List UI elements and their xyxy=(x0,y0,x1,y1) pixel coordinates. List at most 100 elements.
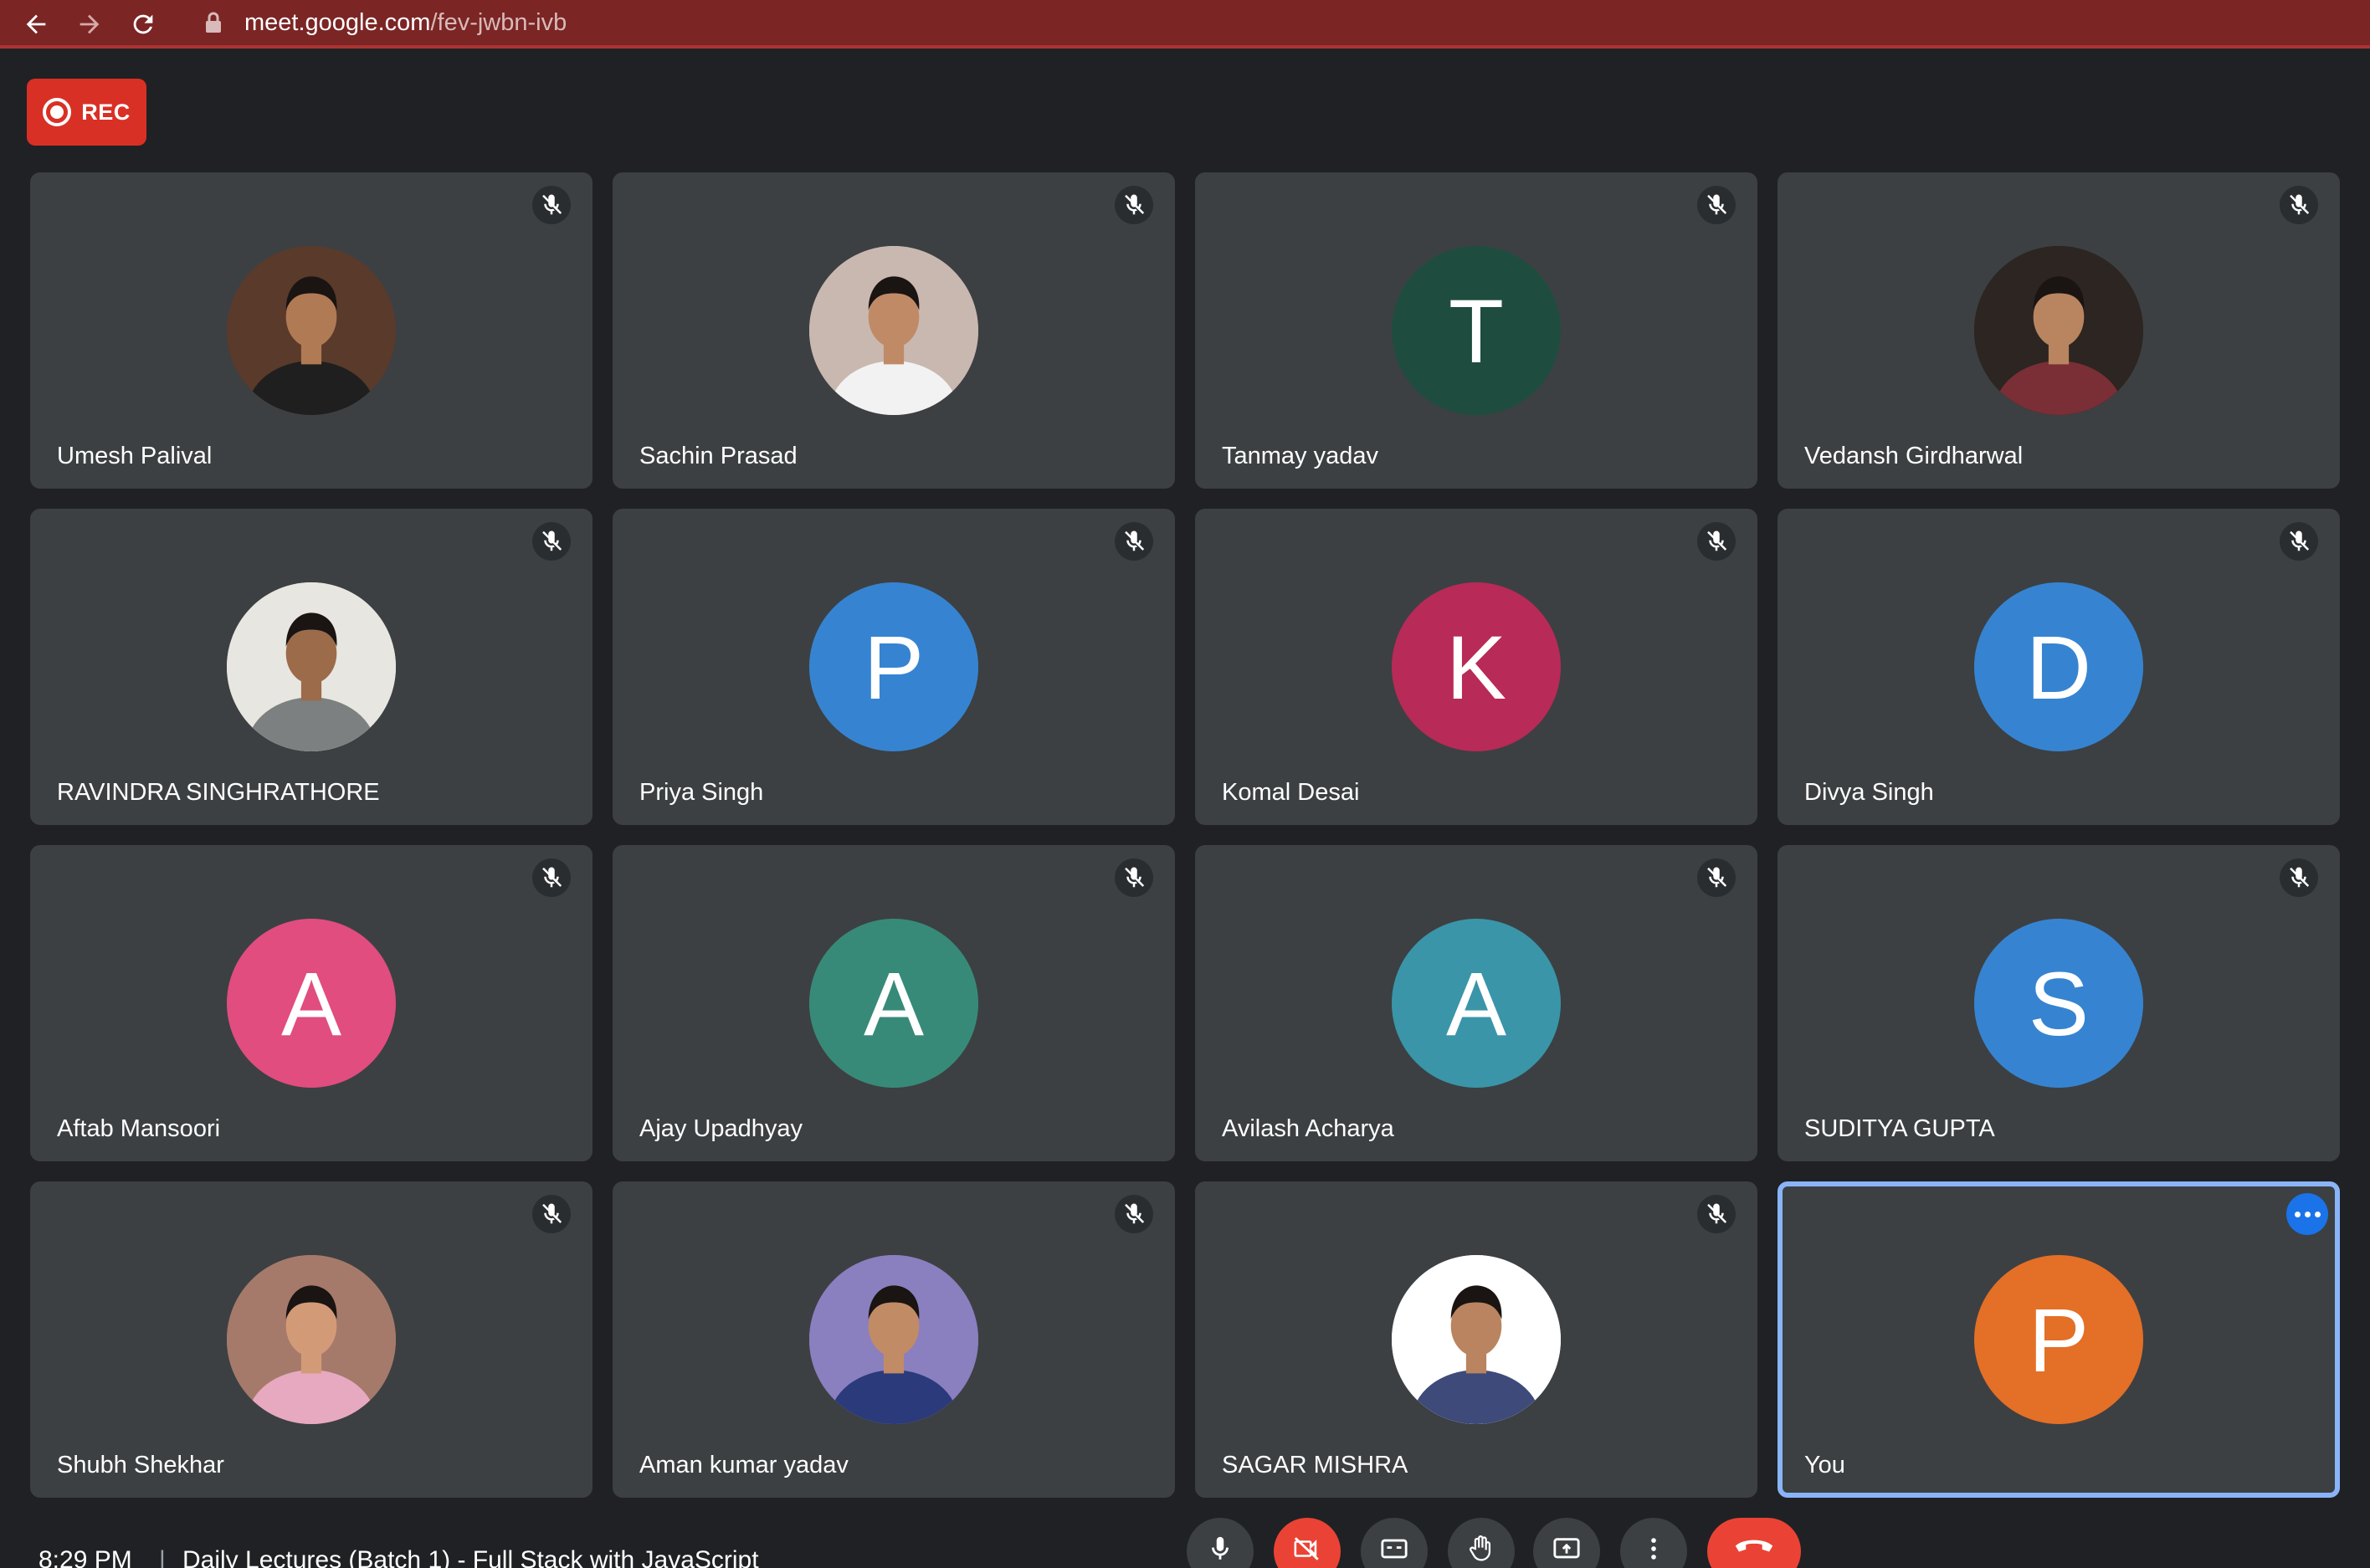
avatar-photo xyxy=(1974,246,2143,415)
present-button[interactable] xyxy=(1533,1518,1600,1568)
participant-grid: Umesh Palival Sachin Prasad T Tanmay yadav V… xyxy=(30,172,2340,1498)
captions-button[interactable] xyxy=(1361,1518,1428,1568)
bottom-bar: 8:29 PM | Daily Lectures (Batch 1) - Ful… xyxy=(0,1536,2370,1568)
participant-tile[interactable]: Aman kumar yadav xyxy=(613,1181,1175,1498)
avatar-letter: P xyxy=(2028,1289,2090,1391)
avatar-letter: S xyxy=(2028,952,2090,1054)
recording-label: REC xyxy=(81,99,131,125)
participant-name: Priya Singh xyxy=(639,779,764,806)
mic-off-icon xyxy=(1697,858,1736,897)
mic-off-icon xyxy=(532,522,571,561)
camera-off-icon xyxy=(1294,1537,1319,1560)
avatar-photo xyxy=(227,246,396,415)
participant-name: RAVINDRA SINGHRATHORE xyxy=(57,779,380,806)
browser-toolbar: meet.google.com/fev-jwbn-ivb xyxy=(0,0,2370,49)
participant-name: Shubh Shekhar xyxy=(57,1452,224,1478)
participant-name: Divya Singh xyxy=(1804,779,1934,806)
avatar-photo xyxy=(809,246,978,415)
back-button[interactable] xyxy=(17,5,55,44)
avatar-letter: T xyxy=(1449,279,1504,382)
avatar-photo xyxy=(227,1255,396,1424)
participant-name: Tanmay yadav xyxy=(1222,443,1378,469)
mic-off-icon xyxy=(532,858,571,897)
participant-tile[interactable]: K Komal Desai xyxy=(1195,509,1757,825)
mic-off-icon xyxy=(2280,186,2318,224)
mic-off-icon xyxy=(1115,522,1153,561)
avatar-initial: T xyxy=(1392,246,1561,415)
participant-name: Aftab Mansoori xyxy=(57,1115,221,1142)
participant-tile[interactable]: Umesh Palival xyxy=(30,172,592,489)
footer-separator: | xyxy=(159,1546,166,1568)
camera-button[interactable] xyxy=(1274,1518,1341,1568)
raise-hand-icon xyxy=(1470,1535,1491,1561)
meeting-title: Daily Lectures (Batch 1) - Full Stack wi… xyxy=(182,1546,759,1568)
avatar-letter: A xyxy=(1445,952,1507,1054)
mic-off-icon xyxy=(2280,522,2318,561)
recording-button[interactable]: REC xyxy=(27,79,146,146)
record-icon xyxy=(43,98,72,126)
avatar-initial: S xyxy=(1974,919,2143,1088)
participant-name: Avilash Acharya xyxy=(1222,1115,1394,1142)
avatar-letter: A xyxy=(863,952,925,1054)
participant-tile[interactable]: S SUDITYA GUPTA xyxy=(1778,845,2340,1161)
microphone-icon xyxy=(1212,1536,1229,1560)
participant-name: Komal Desai xyxy=(1222,779,1360,806)
participant-tile[interactable]: SAGAR MISHRA xyxy=(1195,1181,1757,1498)
avatar-initial: K xyxy=(1392,582,1561,751)
avatar-initial: A xyxy=(1392,919,1561,1088)
avatar-photo xyxy=(227,582,396,751)
captions-icon xyxy=(1381,1539,1408,1559)
avatar-letter: D xyxy=(2026,616,2091,718)
back-arrow-icon xyxy=(26,14,46,34)
reload-button[interactable] xyxy=(124,5,162,44)
participant-tile[interactable]: Sachin Prasad xyxy=(613,172,1175,489)
avatar-photo xyxy=(809,1255,978,1424)
avatar-letter: P xyxy=(863,616,925,718)
avatar-initial: P xyxy=(809,582,978,751)
url-path: /fev-jwbn-ivb xyxy=(430,8,567,36)
mic-off-icon xyxy=(532,186,571,224)
participant-tile[interactable]: T Tanmay yadav xyxy=(1195,172,1757,489)
present-screen-icon xyxy=(1553,1538,1580,1559)
forward-arrow-icon xyxy=(80,14,100,34)
participant-tile[interactable]: RAVINDRA SINGHRATHORE xyxy=(30,509,592,825)
lock-icon xyxy=(206,12,221,33)
forward-button[interactable] xyxy=(70,5,109,44)
participant-tile[interactable]: Shubh Shekhar xyxy=(30,1181,592,1498)
participant-name: SAGAR MISHRA xyxy=(1222,1452,1408,1478)
avatar-letter: K xyxy=(1445,616,1507,718)
mic-off-icon xyxy=(1697,186,1736,224)
avatar-initial: D xyxy=(1974,582,2143,751)
meeting-time: 8:29 PM xyxy=(38,1546,132,1568)
microphone-button[interactable] xyxy=(1187,1518,1254,1568)
avatar-photo xyxy=(1392,1255,1561,1424)
hang-up-icon xyxy=(1735,1540,1773,1552)
participant-name: SUDITYA GUPTA xyxy=(1804,1115,1995,1142)
participant-name: Ajay Upadhyay xyxy=(639,1115,803,1142)
address-bar[interactable]: meet.google.com/fev-jwbn-ivb xyxy=(179,2,2355,44)
participant-tile[interactable]: D Divya Singh xyxy=(1778,509,2340,825)
mic-off-icon xyxy=(532,1195,571,1233)
participant-tile[interactable]: A Aftab Mansoori xyxy=(30,845,592,1161)
mic-off-icon xyxy=(1697,522,1736,561)
participant-tile[interactable]: Vedansh Girdharwal xyxy=(1778,172,2340,489)
more-options-button[interactable] xyxy=(1620,1518,1687,1568)
participant-tile[interactable]: A Avilash Acharya xyxy=(1195,845,1757,1161)
avatar-initial: A xyxy=(809,919,978,1088)
participant-tile[interactable]: P Priya Singh xyxy=(613,509,1175,825)
participant-tile[interactable]: P You xyxy=(1778,1181,2340,1498)
participant-tile[interactable]: A Ajay Upadhyay xyxy=(613,845,1175,1161)
tile-options-button[interactable] xyxy=(2286,1193,2328,1235)
participant-name: Vedansh Girdharwal xyxy=(1804,443,2024,469)
mic-off-icon xyxy=(1697,1195,1736,1233)
avatar-letter: A xyxy=(280,952,342,1054)
mic-off-icon xyxy=(2280,858,2318,897)
raise-hand-button[interactable] xyxy=(1448,1518,1515,1568)
avatar-initial: A xyxy=(227,919,396,1088)
participant-name: Umesh Palival xyxy=(57,443,213,469)
url-host: meet.google.com xyxy=(244,8,431,36)
avatar-initial: P xyxy=(1974,1255,2143,1424)
participant-name: Aman kumar yadav xyxy=(639,1452,849,1478)
participant-name: You xyxy=(1804,1452,1845,1478)
leave-call-button[interactable] xyxy=(1707,1518,1801,1568)
